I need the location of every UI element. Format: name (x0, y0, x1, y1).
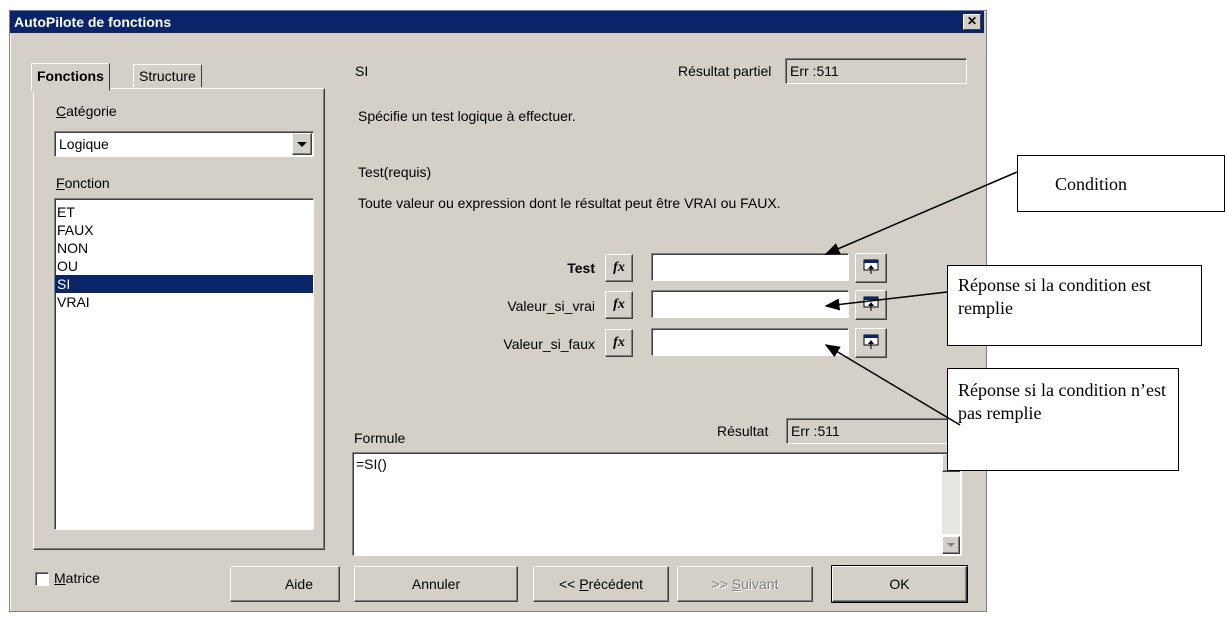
arrow-condition (824, 171, 1018, 255)
arrow-if-true (824, 291, 948, 311)
arrow-if-false (824, 344, 961, 426)
annotation-arrows (824, 171, 1018, 426)
tab-functions[interactable]: Fonctions (31, 63, 110, 91)
